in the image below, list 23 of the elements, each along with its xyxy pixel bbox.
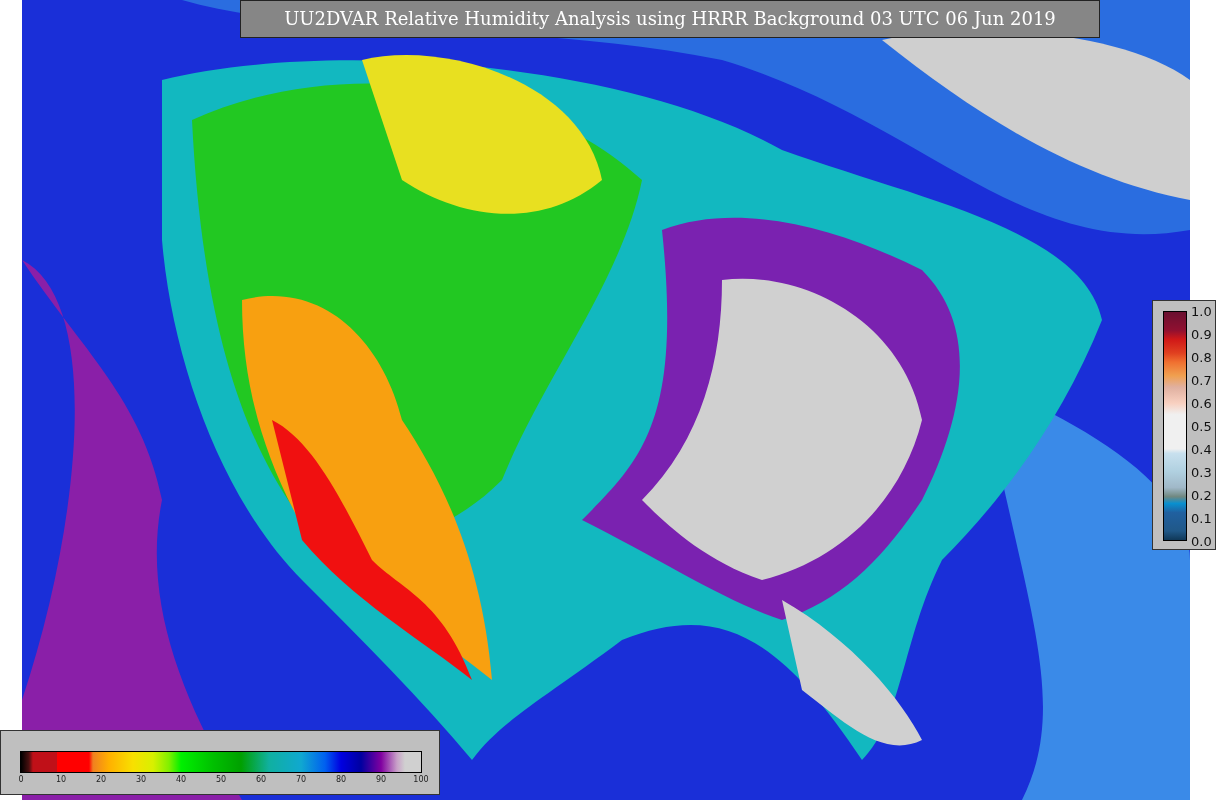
tick-label: 0.0 (1191, 534, 1212, 549)
tick-label: 0.1 (1191, 511, 1212, 526)
tick-label: 0 (18, 775, 24, 784)
tick-label: 0.6 (1191, 396, 1212, 411)
tick-label: 90 (375, 775, 387, 784)
tick-label: 60 (255, 775, 267, 784)
tick-label: 0.7 (1191, 373, 1212, 388)
tick-label: 0.9 (1191, 327, 1212, 342)
tick-label: 10 (55, 775, 67, 784)
tick-label: 80 (335, 775, 347, 784)
tick-label: 30 (135, 775, 147, 784)
tick-label: 0.2 (1191, 488, 1212, 503)
tick-label: 0.4 (1191, 442, 1212, 457)
tick-label: 40 (175, 775, 187, 784)
tick-label: 100 (413, 775, 429, 784)
tick-label: 20 (95, 775, 107, 784)
tick-label: 0.5 (1191, 419, 1212, 434)
tick-label: 1.0 (1191, 304, 1212, 319)
tick-label: 70 (295, 775, 307, 784)
map-title: UU2DVAR Relative Humidity Analysis using HRRR Background 03 UTC 06 Jun 2019 (240, 0, 1100, 38)
tick-label: 50 (215, 775, 227, 784)
tick-label: 0.8 (1191, 350, 1212, 365)
tick-label: 0.3 (1191, 465, 1212, 480)
